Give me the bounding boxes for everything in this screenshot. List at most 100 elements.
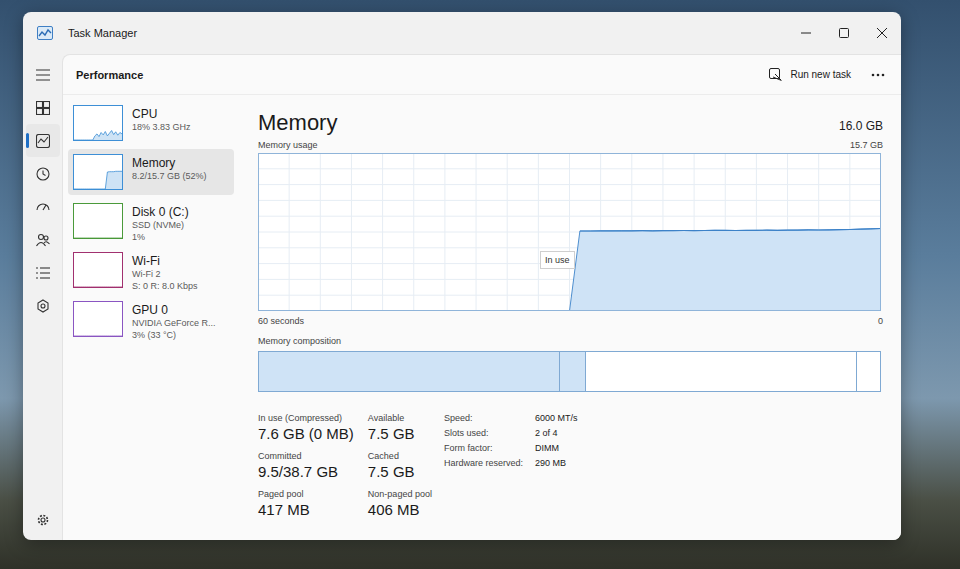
axis-right-label: 0 bbox=[878, 315, 883, 327]
stat-value: 406 MB bbox=[368, 500, 432, 520]
spec-value: 290 MB bbox=[535, 457, 578, 470]
stat-label: Paged pool bbox=[258, 488, 354, 500]
performance-icon bbox=[36, 134, 50, 148]
stat-value: 9.5/38.7 GB bbox=[258, 462, 354, 482]
stat-item: Cached 7.5 GB bbox=[368, 450, 432, 482]
stat-value: 7.6 GB (0 MB) bbox=[258, 424, 354, 444]
resource-thumbnail-chart bbox=[73, 301, 123, 337]
nav-item[interactable] bbox=[26, 503, 60, 536]
usage-max-label: 15.7 GB bbox=[850, 139, 883, 151]
title-bar: Task Manager bbox=[23, 12, 901, 54]
minimize-button[interactable] bbox=[787, 12, 825, 54]
details-icon bbox=[36, 267, 50, 279]
more-button[interactable] bbox=[869, 69, 887, 81]
run-task-icon bbox=[769, 68, 782, 81]
resource-list: CPU 18% 3.83 GHz Memory 8.2/15.7 GB (52%… bbox=[68, 100, 234, 540]
resource-detail: 18% 3.83 GHz bbox=[132, 121, 191, 133]
menu-icon bbox=[36, 69, 50, 81]
spec-value: 2 of 4 bbox=[535, 427, 578, 440]
startup-icon bbox=[36, 200, 50, 214]
users-icon bbox=[36, 233, 50, 247]
maximize-icon bbox=[839, 28, 849, 38]
desktop-wallpaper: Task Manager Performance Run new task CP… bbox=[0, 0, 960, 569]
stat-label: Available bbox=[368, 412, 432, 424]
nav-item[interactable] bbox=[26, 289, 60, 322]
selection-indicator bbox=[26, 133, 29, 148]
nav-item[interactable] bbox=[26, 58, 60, 91]
resource-detail: S: 0 R: 8.0 Kbps bbox=[132, 280, 198, 292]
resource-thumbnail-chart bbox=[73, 154, 123, 190]
more-icon bbox=[871, 73, 885, 77]
run-new-task-button[interactable]: Run new task bbox=[769, 68, 851, 81]
resource-title: Memory bbox=[258, 109, 337, 137]
resource-item[interactable]: CPU 18% 3.83 GHz bbox=[68, 100, 234, 146]
nav-item[interactable] bbox=[26, 190, 60, 223]
composition-label: Memory composition bbox=[258, 335, 341, 347]
nav-item[interactable] bbox=[26, 256, 60, 289]
spec-label: Speed: bbox=[444, 412, 523, 425]
composition-segment[interactable] bbox=[857, 352, 880, 391]
resource-name: Disk 0 (C:) bbox=[132, 205, 189, 219]
composition-segment[interactable] bbox=[560, 352, 586, 391]
nav-item[interactable] bbox=[26, 157, 60, 190]
close-icon bbox=[877, 28, 887, 38]
task-manager-icon bbox=[37, 26, 53, 40]
resource-item[interactable]: Memory 8.2/15.7 GB (52%) bbox=[68, 149, 234, 195]
stat-value: 417 MB bbox=[258, 500, 354, 520]
axis-left-label: 60 seconds bbox=[258, 315, 304, 327]
resource-thumbnail-chart bbox=[73, 203, 123, 239]
resource-detail: 3% (33 °C) bbox=[132, 329, 216, 341]
resource-detail: SSD (NVMe) bbox=[132, 219, 189, 231]
resource-item[interactable]: GPU 0 NVIDIA GeForce R...3% (33 °C) bbox=[68, 296, 234, 342]
resource-thumbnail-chart bbox=[73, 252, 123, 288]
composition-segment[interactable] bbox=[259, 352, 560, 391]
gear-icon bbox=[36, 513, 50, 527]
resource-name: CPU bbox=[132, 107, 191, 121]
nav-item[interactable] bbox=[26, 124, 60, 157]
resource-thumbnail-chart bbox=[73, 105, 123, 141]
maximize-button[interactable] bbox=[825, 12, 863, 54]
resource-detail: Wi-Fi 2 bbox=[132, 268, 198, 280]
navigation-rail bbox=[23, 54, 62, 540]
page-title: Performance bbox=[76, 69, 143, 81]
nav-item[interactable] bbox=[26, 91, 60, 124]
spec-label: Hardware reserved: bbox=[444, 457, 523, 470]
run-new-task-label: Run new task bbox=[790, 69, 851, 80]
task-manager-window: Task Manager Performance Run new task CP… bbox=[23, 12, 901, 540]
memory-usage-line bbox=[580, 229, 881, 232]
window-title: Task Manager bbox=[68, 27, 137, 39]
nav-item[interactable] bbox=[26, 223, 60, 256]
resource-detail: NVIDIA GeForce R... bbox=[132, 317, 216, 329]
resource-detail: 1% bbox=[132, 231, 189, 243]
memory-capacity: 16.0 GB bbox=[839, 119, 883, 133]
memory-composition-bar bbox=[258, 351, 881, 392]
stat-item: In use (Compressed) 7.6 GB (0 MB) bbox=[258, 412, 354, 444]
stat-label: In use (Compressed) bbox=[258, 412, 354, 424]
services-icon bbox=[36, 299, 50, 313]
stat-item: Available 7.5 GB bbox=[368, 412, 432, 444]
content-panel: Performance Run new task CPU 18% 3.83 GH… bbox=[62, 54, 901, 540]
chart-tooltip: In use bbox=[540, 251, 575, 269]
composition-segment[interactable] bbox=[586, 352, 857, 391]
memory-usage-area bbox=[570, 229, 882, 312]
stat-label: Non-paged pool bbox=[368, 488, 432, 500]
stat-value: 7.5 GB bbox=[368, 462, 432, 482]
stat-value: 7.5 GB bbox=[368, 424, 432, 444]
close-button[interactable] bbox=[863, 12, 901, 54]
memory-specs: Speed: 6000 MT/s Slots used: 2 of 4 Form f… bbox=[444, 412, 578, 520]
stat-label: Cached bbox=[368, 450, 432, 462]
resource-item[interactable]: Wi-Fi Wi-Fi 2S: 0 R: 8.0 Kbps bbox=[68, 247, 234, 293]
spec-label: Form factor: bbox=[444, 442, 523, 455]
app-history-icon bbox=[36, 167, 50, 181]
processes-icon bbox=[36, 101, 50, 115]
spec-value: 6000 MT/s bbox=[535, 412, 578, 425]
minimize-icon bbox=[801, 28, 811, 38]
stat-item: Committed 9.5/38.7 GB bbox=[258, 450, 354, 482]
stat-item: Non-paged pool 406 MB bbox=[368, 488, 432, 520]
memory-stats: In use (Compressed) 7.6 GB (0 MB) Availab… bbox=[258, 412, 432, 520]
stat-label: Committed bbox=[258, 450, 354, 462]
resource-name: Wi-Fi bbox=[132, 254, 198, 268]
spec-label: Slots used: bbox=[444, 427, 523, 440]
resource-item[interactable]: Disk 0 (C:) SSD (NVMe)1% bbox=[68, 198, 234, 244]
stat-item: Paged pool 417 MB bbox=[258, 488, 354, 520]
